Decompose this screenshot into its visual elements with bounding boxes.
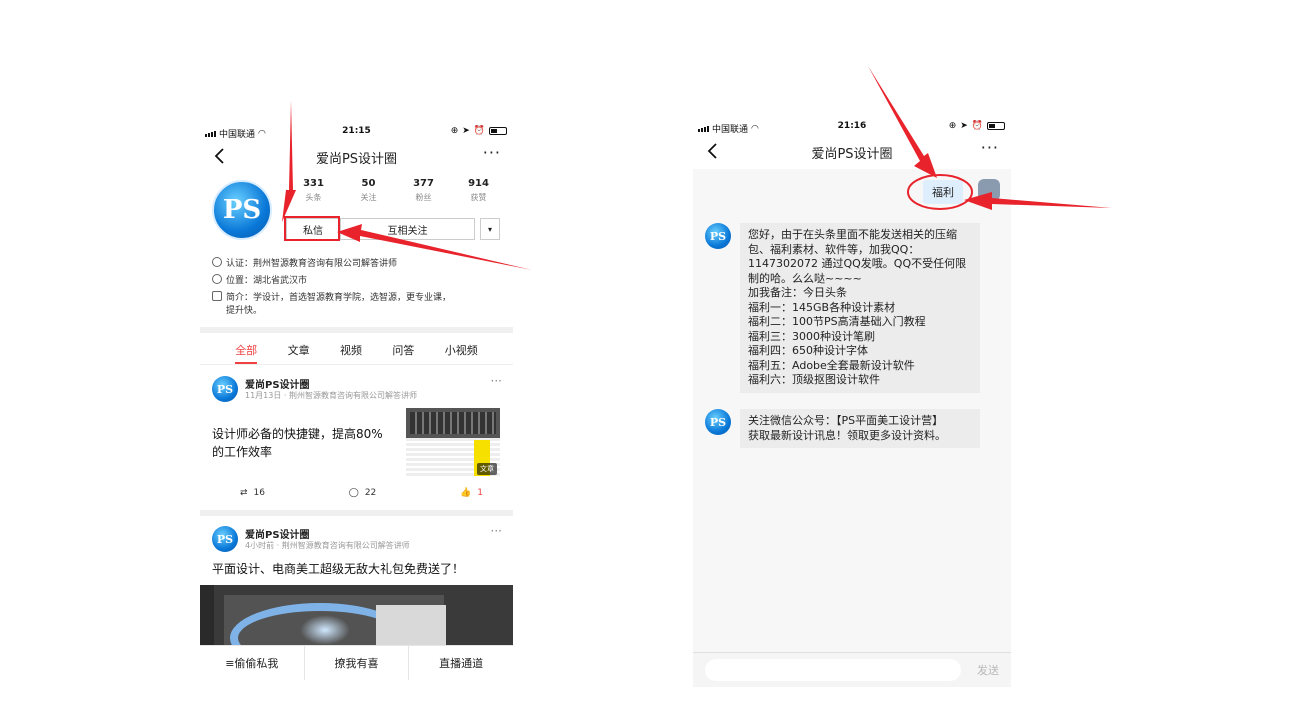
stat-likes[interactable]: 914 获赞: [451, 178, 506, 203]
post-more-icon[interactable]: ···: [491, 524, 502, 538]
profile-screen: 中国联通 ◠ 21:15 ⊕ ➤ ⏰ 爱尚PS设计圈 ··· PS 331 头条 …: [200, 120, 513, 680]
alarm-icon: ⏰: [971, 121, 983, 131]
bottom-menu: ≡偷偷私我 撩我有喜 直播通道: [200, 645, 513, 680]
post-meta: 11月13日 · 荆州智源教育咨询有限公司解答讲师: [245, 391, 417, 400]
stat-following[interactable]: 50 关注: [341, 178, 396, 203]
section-divider: [200, 327, 513, 333]
sender-avatar[interactable]: PS: [705, 409, 731, 435]
post-thumbnail[interactable]: 文章: [406, 408, 500, 478]
more-icon[interactable]: ···: [483, 143, 501, 162]
tab-qa[interactable]: 问答: [392, 340, 414, 364]
send-button[interactable]: 发送: [977, 662, 999, 678]
mutual-follow-button[interactable]: 互相关注: [340, 218, 475, 240]
battery-icon: [987, 122, 1005, 130]
location-icon: ➤: [960, 121, 968, 131]
nav-bar: 爱尚PS设计圈 ···: [693, 137, 1011, 169]
stat-followers[interactable]: 377 粉丝: [396, 178, 451, 203]
post-header: PS 爱尚PS设计圈 4小时前 · 荆州智源教育咨询有限公司解答讲师 ···: [212, 524, 502, 556]
tab-all[interactable]: 全部: [235, 340, 258, 364]
post-more-icon[interactable]: ···: [491, 374, 502, 388]
author-avatar[interactable]: PS: [212, 376, 238, 402]
location-icon: ➤: [462, 126, 470, 136]
tab-articles[interactable]: 文章: [288, 340, 310, 364]
lock-rotation-icon: ⊕: [948, 121, 957, 131]
menu-private-message[interactable]: ≡偷偷私我: [200, 646, 305, 680]
tabs-divider: [200, 364, 513, 365]
sender-avatar[interactable]: PS: [705, 223, 731, 249]
profile-avatar[interactable]: PS: [212, 180, 272, 240]
share-button[interactable]: ⇄ 16: [240, 488, 265, 498]
chat-screen: 中国联通 ◠ 21:16 ⊕ ➤ ⏰ 爱尚PS设计圈 ··· 福利 PS 您好，…: [693, 115, 1011, 687]
content-tabs: 全部 文章 视频 问答 小视频: [200, 340, 513, 364]
post-actions: ⇄ 16 ◯ 22 👍 1: [240, 488, 483, 498]
private-message-button[interactable]: 私信: [286, 218, 340, 240]
page-title: 爱尚PS设计圈: [811, 147, 893, 162]
post-header: PS 爱尚PS设计圈 11月13日 · 荆州智源教育咨询有限公司解答讲师 ···: [212, 374, 502, 406]
message-input[interactable]: [705, 659, 961, 681]
more-icon[interactable]: ···: [981, 138, 999, 157]
like-button[interactable]: 👍 1: [460, 488, 483, 498]
dropdown-button[interactable]: ▾: [480, 218, 500, 240]
post-title[interactable]: 设计师必备的快捷键，提高80% 的工作效率: [212, 425, 383, 461]
post-title[interactable]: 平面设计、电商美工超级无敌大礼包免费送了！: [212, 560, 464, 578]
chat-input-bar: 发送: [693, 652, 1011, 687]
page-title: 爱尚PS设计圈: [315, 152, 398, 167]
thumbs-up-icon: 👍: [460, 488, 472, 498]
post-divider: [200, 510, 513, 516]
my-message-bubble[interactable]: 福利: [923, 180, 963, 204]
author-avatar[interactable]: PS: [212, 526, 238, 552]
tab-videos[interactable]: 视频: [340, 340, 362, 364]
menu-surprise[interactable]: 撩我有喜: [305, 646, 410, 680]
author-name[interactable]: 爱尚PS设计圈: [245, 376, 310, 391]
verified-icon: [212, 257, 222, 267]
menu-live[interactable]: 直播通道: [409, 646, 513, 680]
annotation-overlay: [282, 66, 1112, 270]
battery-icon: [489, 127, 507, 135]
stat-posts[interactable]: 331 头条: [286, 178, 341, 203]
status-bar: 中国联通 ◠ 21:15 ⊕ ➤ ⏰: [200, 120, 513, 142]
author-name[interactable]: 爱尚PS设计圈: [245, 526, 310, 541]
post-image[interactable]: [200, 585, 513, 647]
my-avatar[interactable]: [978, 179, 1000, 201]
intro-info: 简介：学设计，首选智源教育学院，选智源，更专业课， 提升快。: [212, 290, 451, 316]
comment-button[interactable]: ◯ 22: [349, 488, 377, 498]
cert-info: 认证：荆州智源教育咨询有限公司解答讲师: [212, 256, 397, 269]
profile-stats: 331 头条 50 关注 377 粉丝 914 获赞: [286, 178, 506, 203]
keyboard-image: [410, 412, 496, 434]
location-pin-icon: [212, 274, 222, 284]
post-meta: 4小时前 · 荆州智源教育咨询有限公司解答讲师: [245, 541, 410, 550]
nav-bar: 爱尚PS设计圈 ···: [200, 142, 513, 172]
reply-bubble[interactable]: 您好，由于在头条里面不能发送相关的压缩 包、福利素材、软件等，加我QQ： 114…: [740, 223, 980, 393]
article-tag: 文章: [477, 463, 497, 475]
status-bar: 中国联通 ◠ 21:16 ⊕ ➤ ⏰: [693, 115, 1011, 137]
notice-bubble[interactable]: 关注微信公众号：【PS平面美工设计营】 获取最新设计讯息！领取更多设计资料。: [740, 409, 980, 448]
location-info: 位置：湖北省武汉市: [212, 273, 307, 286]
repost-icon: ⇄: [240, 488, 248, 498]
lock-rotation-icon: ⊕: [450, 126, 459, 136]
comment-icon: ◯: [348, 488, 359, 498]
document-icon: [212, 291, 222, 301]
tab-short-videos[interactable]: 小视频: [445, 340, 478, 364]
alarm-icon: ⏰: [473, 126, 485, 136]
